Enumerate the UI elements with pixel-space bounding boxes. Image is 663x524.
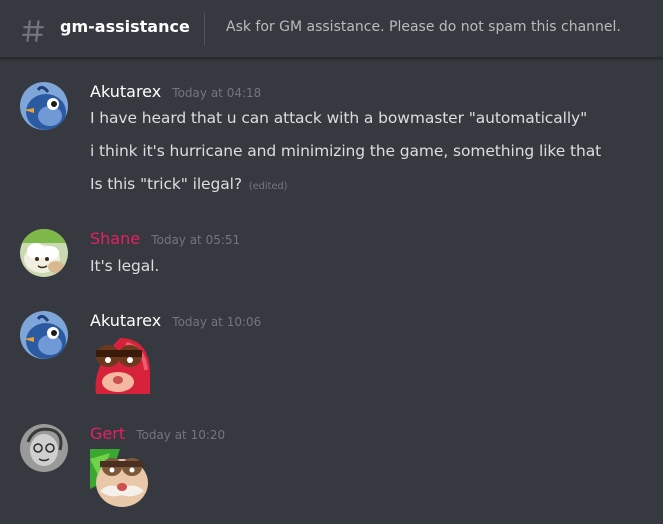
author-name[interactable]: Akutarex [90, 311, 161, 330]
message-text-content: Is this "trick" ilegal? [90, 175, 242, 193]
sketch-portrait-avatar-icon[interactable] [20, 424, 68, 472]
message-timestamp: Today at 04:18 [172, 86, 262, 100]
channel-topic[interactable]: Ask for GM assistance. Please do not spa… [226, 19, 621, 35]
channel-header: gm-assistance Ask for GM assistance. Ple… [0, 0, 663, 58]
message-text: It's legal. [90, 257, 160, 275]
message-header: Akutarex Today at 10:06 [90, 311, 261, 330]
message-timestamp: Today at 05:51 [151, 233, 241, 247]
message-header: Akutarex Today at 04:18 [90, 82, 261, 101]
channel-name: gm-assistance [60, 17, 190, 36]
message-header: Gert Today at 10:20 [90, 424, 225, 443]
message-header: Shane Today at 05:51 [90, 229, 240, 248]
mustache-face-emoji-icon[interactable] [90, 449, 152, 509]
author-name[interactable]: Gert [90, 424, 125, 443]
cartoon-cloud-avatar-icon[interactable] [20, 229, 68, 277]
red-snail-emoji-icon[interactable] [90, 336, 152, 396]
message-text: i think it's hurricane and minimizing th… [90, 142, 602, 160]
blue-bird-avatar-icon[interactable] [20, 82, 68, 130]
message-text: Is this "trick" ilegal? (edited) [90, 175, 288, 193]
header-divider [204, 13, 205, 45]
blue-bird-avatar-icon[interactable] [20, 311, 68, 359]
message-timestamp: Today at 10:06 [172, 315, 262, 329]
edited-label: (edited) [248, 181, 288, 192]
message-text: I have heard that u can attack with a bo… [90, 109, 588, 127]
message-timestamp: Today at 10:20 [136, 428, 226, 442]
author-name[interactable]: Akutarex [90, 82, 161, 101]
author-name[interactable]: Shane [90, 229, 140, 248]
hash-icon [22, 20, 44, 42]
